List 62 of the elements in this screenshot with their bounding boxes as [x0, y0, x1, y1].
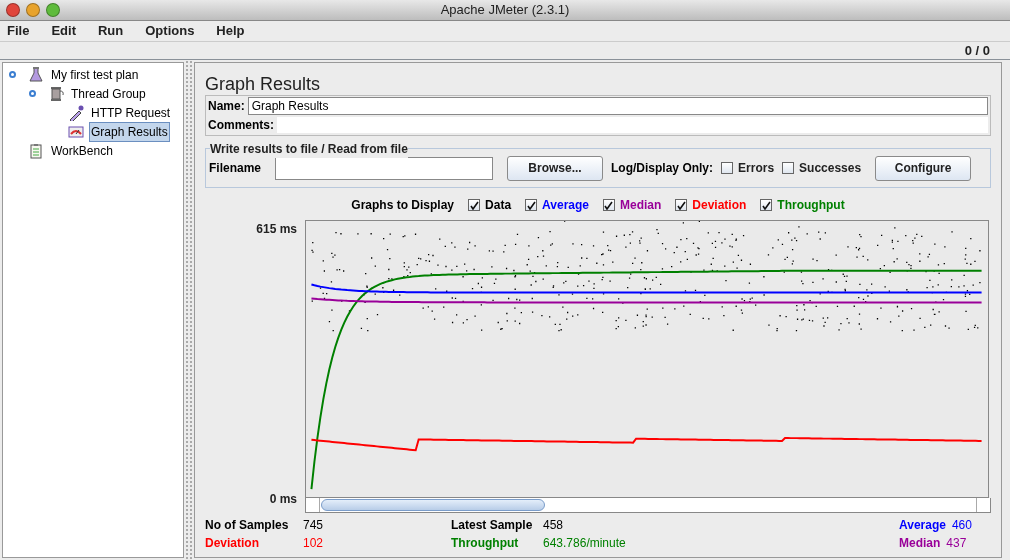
- minimize-button[interactable]: [26, 3, 40, 17]
- stat-label: Deviation: [205, 535, 260, 552]
- splitter-handle[interactable]: [185, 60, 193, 560]
- field-label: Log/Display Only:: [611, 160, 714, 177]
- menu-item[interactable]: Run: [97, 21, 124, 41]
- checkbox[interactable]: [782, 162, 795, 174]
- tree-item[interactable]: WorkBench: [49, 140, 115, 161]
- checkbox-label[interactable]: Throughput: [777, 196, 845, 214]
- stat-value: 437: [946, 535, 967, 552]
- stat-label: Latest Sample: [451, 517, 534, 534]
- tree-item[interactable]: Graph Results: [89, 121, 170, 142]
- axis-label: 0 ms: [269, 491, 297, 508]
- spool-icon: [48, 85, 64, 102]
- tree-handle-icon[interactable]: [9, 71, 16, 78]
- checkbox-label[interactable]: Median: [620, 196, 662, 214]
- button[interactable]: Configure: [875, 155, 972, 181]
- filename-field[interactable]: [275, 156, 494, 180]
- tree-item[interactable]: My first test plan: [49, 64, 141, 85]
- checkbox[interactable]: [525, 199, 538, 211]
- field-label: Filename: [209, 160, 262, 177]
- field-label: Name:: [208, 98, 245, 115]
- clipboard-icon: [28, 142, 44, 159]
- checkbox-label[interactable]: Successes: [799, 159, 862, 177]
- stat-label: Median: [899, 535, 941, 552]
- flask-icon: [28, 66, 44, 83]
- checkbox[interactable]: [468, 199, 481, 211]
- checkbox[interactable]: [603, 199, 615, 211]
- panel-title: Graph Results: [205, 73, 322, 95]
- window-title: Apache JMeter (2.3.1): [440, 1, 570, 20]
- close-button[interactable]: [6, 3, 20, 17]
- menu-item[interactable]: Options: [145, 21, 195, 41]
- tree-item[interactable]: Thread Group: [69, 83, 148, 104]
- button[interactable]: Browse...: [507, 155, 604, 181]
- stat-value: 745: [303, 517, 324, 534]
- stat-label: Throughput: [451, 535, 520, 552]
- checkbox-label[interactable]: Data: [485, 196, 512, 214]
- checkbox[interactable]: [760, 199, 773, 211]
- counter-label: 0 / 0: [964, 41, 990, 60]
- checkbox[interactable]: [675, 199, 688, 211]
- menu-item[interactable]: Help: [216, 21, 245, 41]
- gauge-icon: [68, 123, 84, 140]
- menu-item[interactable]: File: [7, 21, 30, 41]
- stat-value: 458: [543, 517, 564, 534]
- tree-handle-icon[interactable]: [29, 90, 36, 97]
- checkbox-label[interactable]: Average: [542, 196, 589, 214]
- field-label: Graphs to Display: [351, 197, 455, 214]
- scroll-thumb[interactable]: [321, 499, 545, 511]
- stat-label: Average: [899, 517, 946, 534]
- checkbox-label[interactable]: Errors: [738, 159, 775, 177]
- field-label: Comments:: [208, 117, 274, 134]
- axis-label: 615 ms: [256, 221, 297, 238]
- menu-item[interactable]: Edit: [51, 21, 76, 41]
- name-field[interactable]: Graph Results: [247, 97, 988, 115]
- scrollbar[interactable]: [305, 498, 991, 513]
- tree-item[interactable]: HTTP Request: [89, 102, 173, 123]
- pipette-icon: [68, 104, 84, 121]
- zoom-button[interactable]: [46, 3, 60, 17]
- stat-value: 102: [303, 535, 324, 552]
- stat-label: No of Samples: [205, 517, 290, 534]
- stat-value: 460: [951, 517, 972, 534]
- stat-value: 643.786/minute: [543, 535, 626, 552]
- checkbox[interactable]: [721, 162, 734, 174]
